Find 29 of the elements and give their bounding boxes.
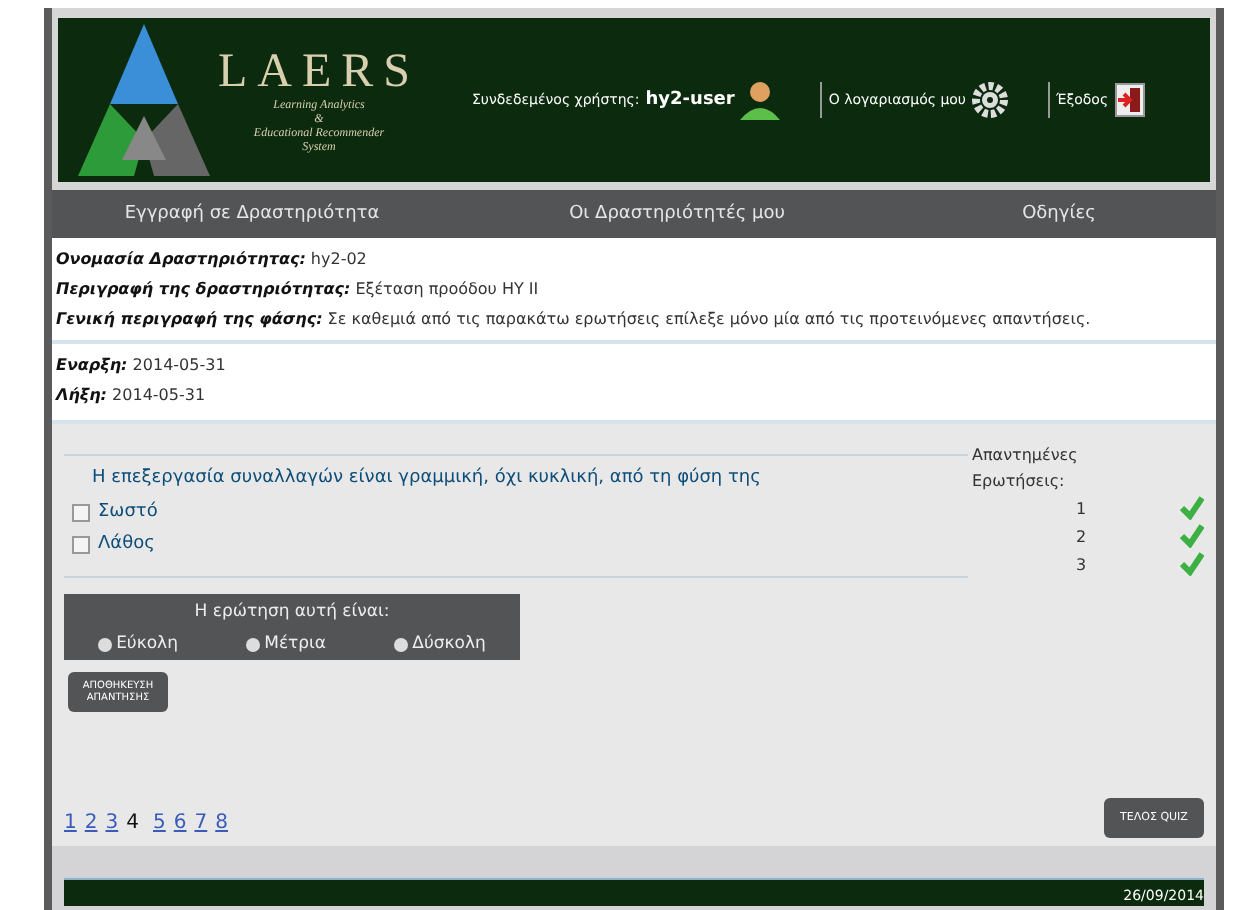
question-number: 3 — [1076, 555, 1087, 573]
difficulty-title: Η ερώτηση αυτή είναι: — [192, 600, 392, 626]
user-name: hy2-user — [645, 90, 735, 110]
page-link[interactable]: 3 — [105, 812, 119, 834]
option-label: Δύσκολη — [412, 634, 486, 654]
page-link[interactable]: 1 — [64, 812, 77, 834]
page-link[interactable]: 6 — [173, 812, 187, 834]
question-number: 2 — [1076, 527, 1087, 545]
answered-title: Απαντημένες Ερωτήσεις: — [972, 444, 1080, 494]
page-link[interactable]: 8 — [215, 812, 228, 834]
option-label: Σωστό — [98, 502, 158, 522]
info-line: Εναρξη: 2014-05-31 — [56, 354, 228, 378]
logo-title: LAERS — [218, 45, 421, 99]
page-link[interactable]: 5 — [153, 812, 166, 834]
info-line: Γενική περιγραφή της φάσης: Σε καθεμιά από τις παρακάτω ερωτήσεις επίλεξε μόνο μία από τις προτεινόμενες απαντήσεις. — [56, 308, 1093, 332]
info-line: Περιγραφή της δραστηριότητας: Εξέταση προόδου ΗΥ ΙΙ — [56, 278, 541, 302]
page-link[interactable]: 4 — [126, 812, 139, 834]
option-label: Λάθος — [98, 534, 155, 554]
nav-link[interactable]: Εγγραφή σε Δραστηριότητα — [52, 204, 452, 224]
info-line: Λήξη: 2014-05-31 — [56, 384, 208, 408]
option-label: Μέτρια — [264, 634, 327, 654]
question-text: Η επεξεργασία συναλλαγών είναι γραμμική, όχι κυκλική, από τη φύση της — [90, 468, 763, 488]
option-label: Εύκολη — [116, 634, 178, 654]
info-line: Ονομασία Δραστηριότητας: hy2-02 — [56, 248, 369, 272]
page-link[interactable]: 7 — [194, 812, 208, 834]
question-number: 1 — [1076, 499, 1087, 517]
page-link[interactable]: 2 — [84, 812, 98, 834]
nav-link[interactable]: Οδηγίες — [902, 204, 1216, 224]
nav-link[interactable]: Οι Δραστηριότητές μου — [452, 204, 902, 224]
